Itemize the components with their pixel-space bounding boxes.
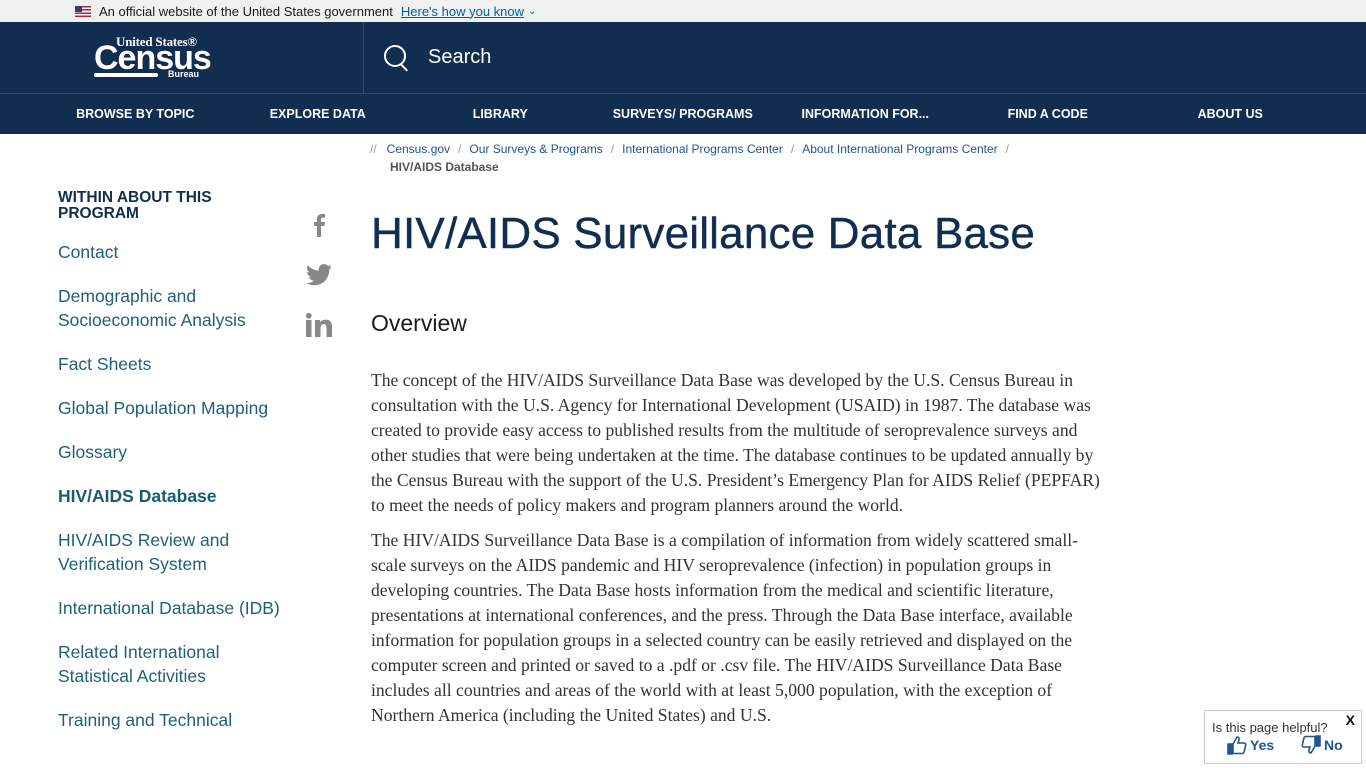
nav-library[interactable]: LIBRARY (409, 107, 592, 121)
breadcrumb-ipc[interactable]: International Programs Center (622, 142, 783, 156)
sidebar: WITHIN ABOUT THIS PROGRAM Contact Demogr… (58, 190, 288, 752)
nav-about-us[interactable]: ABOUT US (1139, 107, 1322, 121)
breadcrumb-lead: // (370, 142, 377, 156)
sidebar-item-global-population-mapping[interactable]: Global Population Mapping (58, 396, 288, 420)
main-content: HIV/AIDS Surveillance Data Base Overview… (371, 208, 1101, 728)
nav-find-a-code[interactable]: FIND A CODE (957, 107, 1140, 121)
search-icon[interactable] (384, 44, 410, 71)
sidebar-item-fact-sheets[interactable]: Fact Sheets (58, 352, 288, 376)
feedback-yes-label: Yes (1250, 737, 1275, 753)
sidebar-item-contact[interactable]: Contact (58, 240, 288, 264)
feedback-question: Is this page helpful? (1212, 720, 1328, 735)
twitter-icon[interactable] (304, 250, 334, 300)
sidebar-item-demographic-analysis[interactable]: Demographic and Socioeconomic Analysis (58, 284, 288, 332)
feedback-widget: Is this page helpful? X Yes No (1204, 710, 1362, 764)
nav-surveys-programs[interactable]: SURVEYS/ PROGRAMS (592, 107, 775, 121)
breadcrumb-separator: / (458, 142, 462, 156)
feedback-no-label: No (1324, 737, 1343, 753)
logo-area: United States® Census Bureau (0, 22, 364, 93)
search-bar[interactable]: Search (364, 22, 1366, 93)
sidebar-item-glossary[interactable]: Glossary (58, 440, 288, 464)
breadcrumb-separator: / (610, 142, 615, 156)
section-heading-overview: Overview (371, 310, 467, 336)
thumbs-down-icon (1301, 735, 1321, 754)
feedback-no-button[interactable]: No (1301, 735, 1343, 755)
nav-information-for[interactable]: INFORMATION FOR... (774, 107, 957, 121)
facebook-icon[interactable] (304, 200, 334, 250)
linkedin-icon[interactable] (304, 300, 334, 350)
overview-paragraph-2: The HIV/AIDS Surveillance Data Base is a… (371, 530, 1078, 725)
sidebar-item-training-technical[interactable]: Training and Technical (58, 708, 288, 732)
breadcrumb-separator: / (1005, 142, 1009, 156)
breadcrumb-current: HIV/AIDS Database (390, 160, 499, 174)
chevron-down-icon[interactable]: ⌄ (528, 6, 536, 17)
breadcrumb-separator: / (790, 142, 795, 156)
sidebar-item-hiv-aids-review[interactable]: HIV/AIDS Review and Verification System (58, 528, 288, 576)
page-title: HIV/AIDS Surveillance Data Base (371, 209, 1036, 258)
sidebar-item-hiv-aids-database[interactable]: HIV/AIDS Database (58, 484, 288, 508)
sidebar-item-related-international[interactable]: Related International Statistical Activi… (58, 640, 288, 688)
census-logo[interactable]: United States® Census Bureau (94, 34, 212, 84)
feedback-close-button[interactable]: X (1346, 712, 1355, 728)
breadcrumb-census-gov[interactable]: Census.gov (387, 142, 450, 156)
search-label[interactable]: Search (428, 46, 491, 69)
social-share (304, 200, 334, 350)
site-header: United States® Census Bureau Search (0, 22, 1366, 94)
us-flag-icon (75, 5, 91, 17)
breadcrumb-about-ipc[interactable]: About International Programs Center (802, 142, 997, 156)
main-nav: BROWSE BY TOPIC EXPLORE DATA LIBRARY SUR… (0, 94, 1366, 134)
gov-banner: An official website of the United States… (0, 0, 1366, 22)
sidebar-item-international-database[interactable]: International Database (IDB) (58, 596, 288, 620)
overview-paragraph-1: The concept of the HIV/AIDS Surveillance… (371, 370, 1100, 515)
thumbs-up-icon (1227, 736, 1247, 755)
nav-explore-data[interactable]: EXPLORE DATA (227, 107, 410, 121)
logo-underline (94, 73, 158, 77)
logo-bureau: Bureau (168, 69, 200, 79)
heres-how-you-know-link[interactable]: Here's how you know (401, 4, 524, 19)
breadcrumb: //Census.gov / Our Surveys & Programs / Inte… (370, 140, 1070, 176)
gov-banner-text: An official website of the United States… (99, 3, 393, 19)
nav-browse-by-topic[interactable]: BROWSE BY TOPIC (44, 107, 227, 121)
sidebar-heading: WITHIN ABOUT THIS PROGRAM (58, 189, 212, 222)
feedback-yes-button[interactable]: Yes (1227, 735, 1274, 755)
breadcrumb-surveys-programs[interactable]: Our Surveys & Programs (469, 142, 602, 156)
